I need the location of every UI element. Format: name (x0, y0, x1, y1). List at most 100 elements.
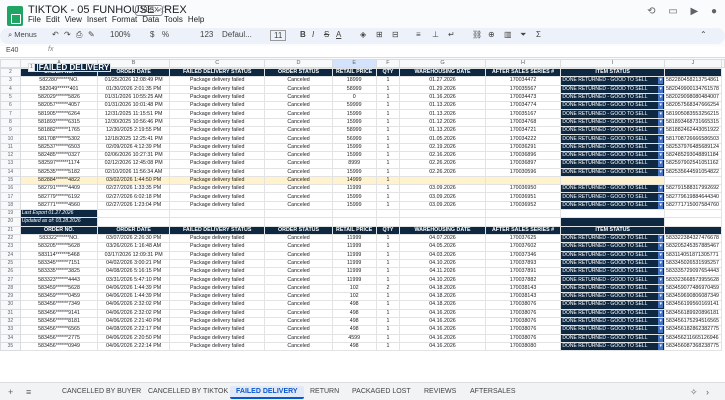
order-status-cell[interactable]: Canceled (264, 242, 333, 252)
after-sales-cell[interactable]: 170038076 (484, 300, 562, 310)
dropdown-chevron-icon[interactable]: ▾ (658, 202, 663, 209)
price-cell[interactable]: 18999 (331, 76, 377, 86)
extra-id-cell[interactable]: 582597902541051162 (663, 159, 723, 169)
order-no-cell[interactable]: 583322******NO. (19, 233, 99, 244)
qty-cell[interactable]: 1 (375, 150, 401, 161)
order-date-cell[interactable]: 04/02/2026 3:00:21 PM (97, 258, 170, 269)
failed-status-cell[interactable]: Package delivery failed (168, 142, 266, 152)
warehousing-date-cell[interactable]: 04.10.2026 (399, 275, 486, 285)
dropdown-chevron-icon[interactable]: ▾ (658, 160, 663, 168)
extra-id-cell[interactable]: 582537976485689124 (663, 142, 723, 152)
price-cell[interactable]: 498 (331, 325, 377, 335)
order-date-cell[interactable]: 02/12/2026 12:45:08 PM (97, 159, 170, 169)
warehousing-date-cell[interactable]: 04.16.2026 (399, 308, 486, 318)
price-cell[interactable]: 15999 (331, 109, 377, 119)
order-status-cell[interactable]: Canceled (264, 291, 333, 302)
item-status-dropdown[interactable]: DONE RETURNED - GOOD TO SELL ▾ (560, 192, 665, 202)
item-status-dropdown[interactable]: DONE RETURNED - GOOD TO SELL ▾ (560, 267, 665, 277)
dropdown-chevron-icon[interactable]: ▾ (658, 144, 663, 151)
qty-cell[interactable]: 1 (375, 200, 401, 211)
cell[interactable] (663, 209, 723, 219)
menu-item[interactable]: Help (188, 15, 204, 24)
failed-status-cell[interactable]: Package delivery failed (168, 126, 266, 136)
filter-icon[interactable]: ⏷ (520, 30, 526, 40)
warehousing-date-cell[interactable]: 04.18.2026 (399, 300, 486, 310)
cell[interactable]: 14999 (331, 175, 377, 186)
cell[interactable] (375, 209, 401, 219)
extra-id-cell[interactable]: 581905083553256215 (663, 109, 723, 119)
font-size-input[interactable]: 11 (270, 30, 287, 41)
cell[interactable] (399, 209, 486, 219)
order-date-cell[interactable]: 12/31/2025 11:15:51 PM (97, 109, 170, 119)
strike-button[interactable]: S (324, 30, 329, 39)
order-status-cell[interactable]: Canceled (264, 258, 333, 269)
item-status-dropdown[interactable]: DONE RETURNED - GOOD TO SELL ▾ (560, 76, 665, 86)
qty-cell[interactable]: 1 (375, 308, 401, 318)
row-number[interactable]: 22 (0, 233, 21, 244)
bold-button[interactable]: B (300, 30, 306, 39)
order-no-cell[interactable]: 583456******9141 (19, 308, 99, 318)
item-status-dropdown[interactable]: DONE RETURNED - GOOD TO SELL ▾ (560, 92, 665, 103)
failed-status-cell[interactable]: Package delivery failed (168, 291, 266, 302)
row-number[interactable]: 3 (0, 76, 21, 86)
cell[interactable] (168, 209, 266, 219)
item-status-dropdown[interactable]: DONE RETURNED - GOOD TO SELL ▾ (560, 109, 665, 119)
row-number[interactable]: 18 (0, 200, 21, 211)
row-number[interactable]: 27 (0, 275, 21, 285)
percent-button[interactable]: % (162, 30, 169, 39)
item-status-dropdown[interactable]: DONE RETURNED - GOOD TO SELL ▾ (560, 242, 665, 252)
item-status-dropdown[interactable]: DONE RETURNED - GOOD TO SELL ▾ (560, 283, 665, 294)
history-icon[interactable]: ⟲ (647, 6, 655, 17)
item-status-dropdown[interactable]: DONE RETURNED - GOOD TO SELL ▾ (560, 275, 665, 285)
order-no-cell[interactable]: 581882******1765 (19, 126, 99, 136)
order-status-cell[interactable]: Canceled (264, 92, 333, 103)
order-no-cell[interactable]: 583335******3825 (19, 267, 99, 277)
order-date-cell[interactable]: 02/27/2026 1:33:35 PM (97, 184, 170, 194)
warehousing-date-cell[interactable]: 04.16.2026 (399, 316, 486, 327)
warehousing-date-cell[interactable]: 01.13.2026 (399, 126, 486, 136)
price-cell[interactable]: 498 (331, 300, 377, 310)
extra-id-cell[interactable]: 582029098080484007 (663, 92, 723, 103)
menu-item[interactable]: Insert (87, 15, 107, 24)
column-header[interactable]: C (168, 59, 266, 68)
order-no-cell[interactable]: 583456******8181 (19, 316, 99, 327)
menu-item[interactable]: Edit (46, 15, 60, 24)
align-icon[interactable]: ≡ (416, 30, 421, 39)
tab-packaged-lost[interactable]: PACKAGED LOST (346, 386, 417, 397)
cell[interactable] (375, 217, 401, 227)
cell[interactable] (484, 217, 562, 227)
row-number[interactable]: 35 (0, 341, 21, 352)
order-no-cell[interactable]: 583459******0459 (19, 291, 99, 302)
warehousing-date-cell[interactable]: 02.16.2026 (399, 150, 486, 161)
row-number[interactable]: 15 (0, 175, 21, 186)
order-date-cell[interactable]: 04/06/2026 2:20:50 PM (97, 333, 170, 343)
row-number[interactable]: 6 (0, 101, 21, 111)
item-status-dropdown[interactable]: DONE RETURNED - GOOD TO SELL ▾ (560, 333, 665, 343)
dropdown-chevron-icon[interactable]: ▾ (658, 127, 663, 134)
failed-status-cell[interactable]: Package delivery failed (168, 341, 266, 352)
qty-cell[interactable]: 1 (375, 291, 401, 302)
price-cell[interactable]: 0 (331, 92, 377, 103)
item-status-dropdown[interactable]: DONE RETURNED - GOOD TO SELL ▾ (560, 167, 665, 177)
dropdown-chevron-icon[interactable]: ▾ (658, 276, 663, 284)
order-no-cell[interactable]: 583456******6565 (19, 325, 99, 335)
row-number[interactable]: 8 (0, 117, 21, 128)
cell-reference[interactable]: E40 (6, 47, 18, 54)
row-number[interactable]: 33 (0, 325, 21, 335)
row-number[interactable]: 30 (0, 300, 21, 310)
dropdown-chevron-icon[interactable]: ▾ (658, 252, 663, 259)
cell[interactable] (560, 175, 665, 186)
order-status-cell[interactable]: Canceled (264, 300, 333, 310)
order-date-cell[interactable]: 04/08/2026 5:16:15 PM (97, 267, 170, 277)
item-status-dropdown[interactable]: DONE RETURNED - GOOD TO SELL ▾ (560, 308, 665, 318)
order-status-cell[interactable]: Canceled (264, 150, 333, 161)
order-no-cell[interactable]: 583345******7151 (19, 258, 99, 269)
corner-cell[interactable] (0, 59, 21, 68)
order-date-cell[interactable]: 02/09/2026 4:12:39 PM (97, 142, 170, 152)
item-status-dropdown[interactable]: DONE RETURNED - GOOD TO SELL ▾ (560, 341, 665, 352)
menu-item[interactable]: Tools (164, 15, 183, 24)
dropdown-chevron-icon[interactable]: ▾ (658, 318, 663, 325)
order-status-cell[interactable]: Canceled (264, 134, 333, 144)
extra-id-cell[interactable]: 583459690806087349 (663, 291, 723, 302)
row-number[interactable]: 23 (0, 242, 21, 252)
